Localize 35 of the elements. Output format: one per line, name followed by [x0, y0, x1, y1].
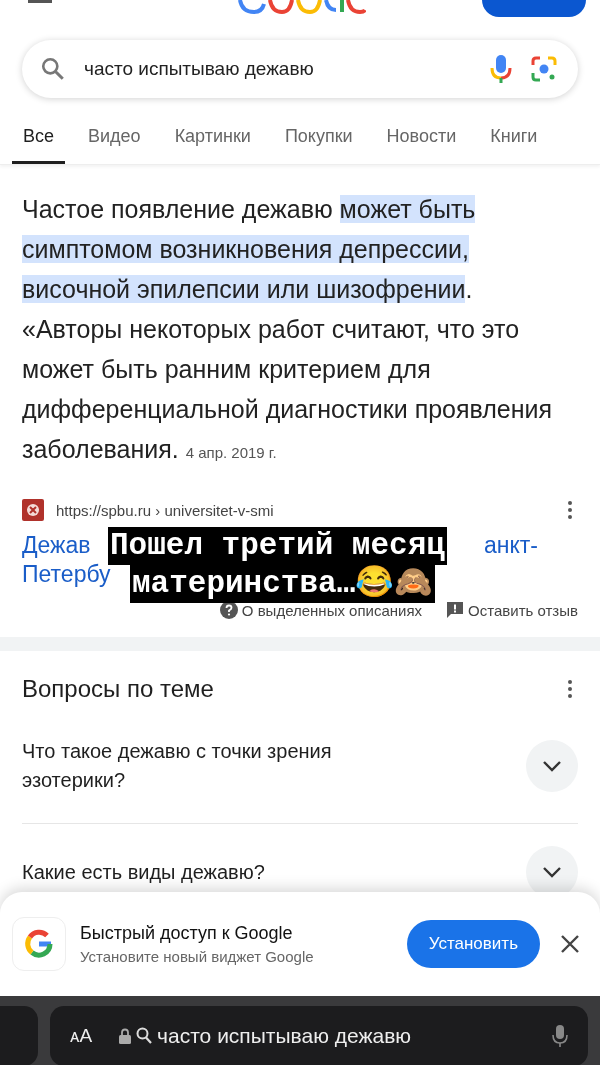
search-field[interactable]: часто испытываю дежавю: [22, 40, 578, 98]
section-title: Вопросы по теме: [22, 675, 214, 703]
text-size-button[interactable]: ᴀA: [70, 1025, 93, 1047]
about-link[interactable]: О выделенных описаниях: [241, 601, 423, 619]
search-icon: [40, 56, 66, 82]
tab[interactable]: Новости: [375, 118, 468, 164]
install-button[interactable]: Установить: [406, 920, 540, 968]
caption-text: материнства…😂🙈: [130, 565, 436, 603]
banner-subtitle: Установите новый виджет Google: [80, 948, 315, 965]
tab[interactable]: Видео: [77, 118, 152, 164]
tab[interactable]: Все: [12, 118, 66, 164]
feedback-link[interactable]: Оставить отзыв: [468, 601, 578, 619]
tab[interactable]: Книги: [479, 118, 549, 164]
caption-text: Пошел третий месяц: [108, 527, 447, 565]
source-url: https://spbu.ru › universitet-v-smi: [56, 501, 275, 519]
address-text: часто испытываю дежавю: [157, 1024, 413, 1048]
result-link[interactable]: Дежав: [22, 531, 91, 560]
site-favicon: [22, 499, 44, 521]
result-link[interactable]: Петербу: [22, 561, 111, 587]
tab[interactable]: Покупки: [273, 118, 364, 164]
banner-title: Быстрый доступ к Google: [80, 923, 294, 944]
google-icon: [12, 917, 66, 971]
snippet-text: Частое появление дежавю может быть симптомом возникновения депрессии, височной эпилепсии или шизофрении. «Авторы некоторых работ считают, что это может быть ранним критерием для дифференциальной диагностики проявления заболевания. 4 апр. 2019 г.: [22, 194, 554, 465]
tab[interactable]: Картинки: [163, 118, 262, 164]
camera-icon[interactable]: [530, 55, 558, 83]
lock-icon: [119, 1028, 132, 1044]
close-icon[interactable]: [560, 934, 580, 954]
address-bar[interactable]: ᴀA часто испытываю дежавю: [50, 1006, 588, 1065]
feedback-icon[interactable]: [446, 601, 465, 619]
result-link[interactable]: анкт-: [484, 531, 538, 560]
question-item[interactable]: Что такое дежавю с точки зрения эзотерики?: [22, 727, 578, 824]
microphone-icon[interactable]: [490, 54, 512, 84]
search-icon: [136, 1027, 153, 1045]
microphone-icon[interactable]: [552, 1024, 568, 1048]
help-icon[interactable]: [219, 601, 238, 619]
